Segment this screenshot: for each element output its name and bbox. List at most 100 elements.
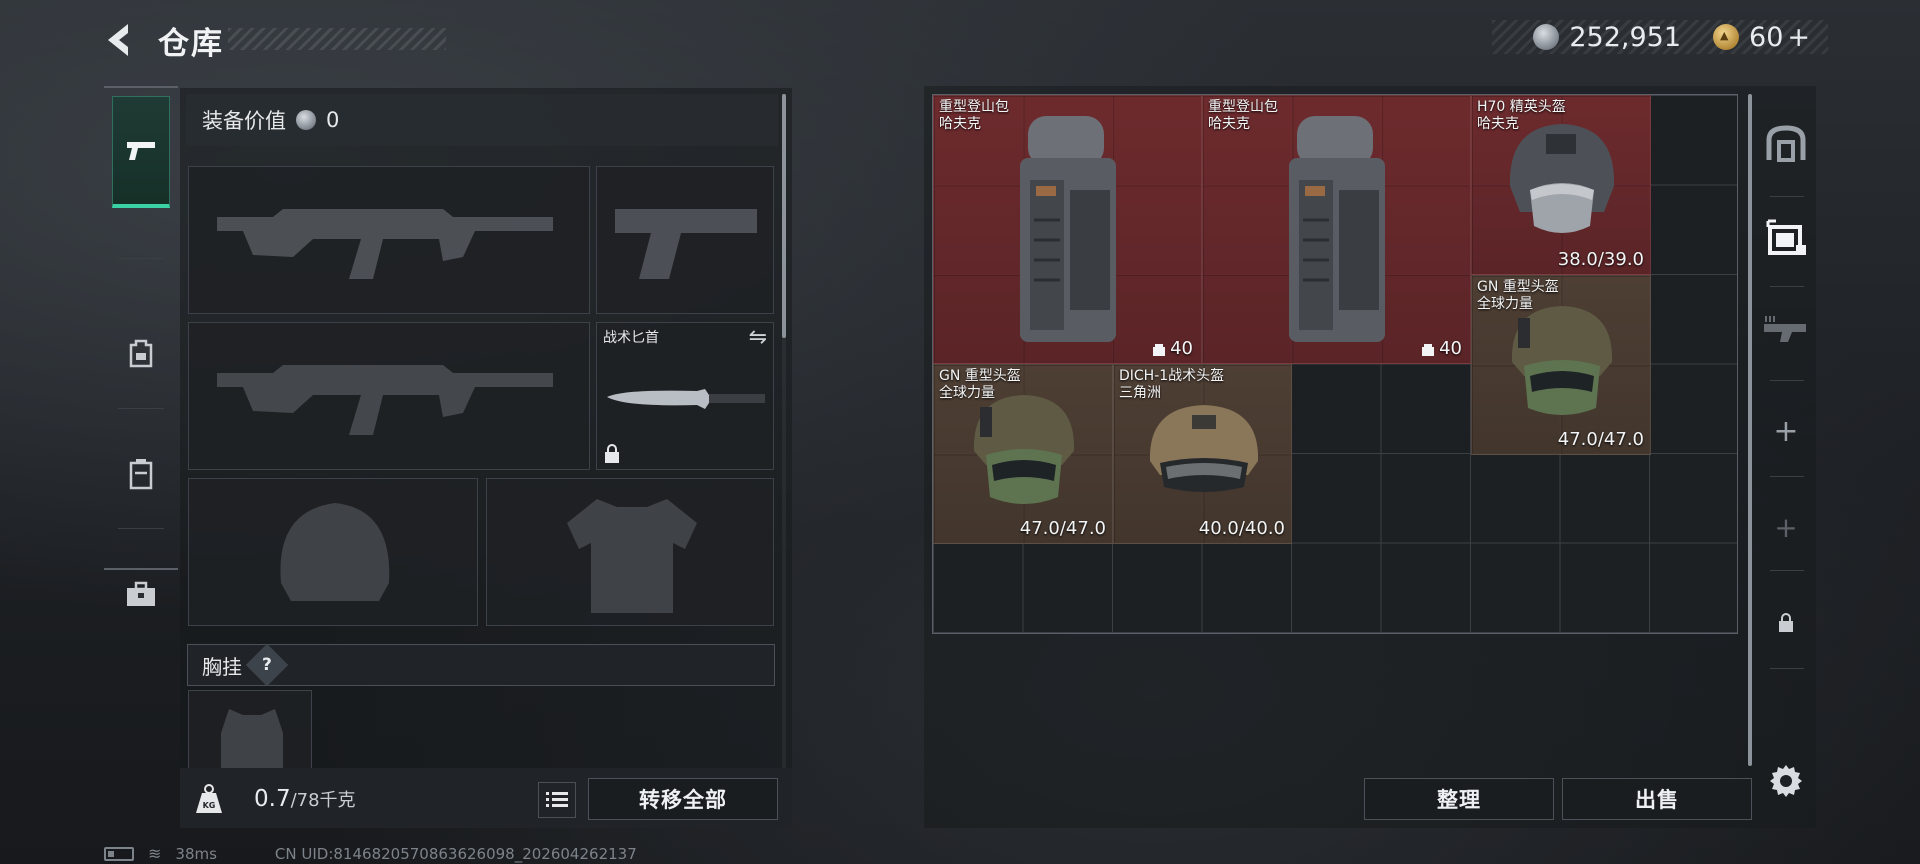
rifle-silhouette-icon <box>217 209 553 279</box>
stash-item-helmet[interactable]: DICH-1战术头盔 三角洲 40.0/40.0 <box>1113 364 1292 544</box>
ping-readout: 38ms <box>175 844 217 863</box>
stash-item-backpack[interactable]: 重型登山包 哈夫克 40 <box>1202 95 1471 364</box>
chest-rig-header: 胸挂 ? <box>187 643 775 687</box>
help-icon: ? <box>262 655 272 675</box>
item-name: 重型登山包 哈夫克 <box>1208 99 1278 132</box>
durability-readout: 47.0/47.0 <box>1019 518 1106 539</box>
transfer-all-button[interactable]: 转移全部 <box>588 778 778 820</box>
swap-icon[interactable]: ⇋ <box>749 325 767 350</box>
item-name: DICH-1战术头盔 三角洲 <box>1119 368 1225 401</box>
stash-tab-rail: + + <box>1756 94 1816 828</box>
item-name: GN 重型头盔 全球力量 <box>1477 279 1559 312</box>
weight-icon-text: KG <box>203 801 216 810</box>
equipment-value-row: 装备价值 0 <box>186 94 778 146</box>
heavy-backpack-icon <box>1020 116 1116 342</box>
add-stash-tab-button[interactable]: + <box>1756 396 1816 466</box>
heavy-helmet-icon <box>1511 306 1613 415</box>
nav-toolbox[interactable] <box>104 554 178 634</box>
item-name: H70 精英头盔 哈夫克 <box>1477 99 1566 132</box>
battery-icon <box>104 846 134 861</box>
weight-current: 0.7 <box>254 786 291 812</box>
equipment-value-amount: 0 <box>326 108 340 132</box>
weight-readout: 0.7/78千克 <box>254 786 356 812</box>
body-armor-slot[interactable] <box>486 478 774 626</box>
durability-readout: 38.0/39.0 <box>1557 249 1644 270</box>
weapon-tab-icon <box>1764 316 1806 342</box>
toolbox-icon <box>127 581 155 606</box>
help-button[interactable]: ? <box>245 643 289 687</box>
stash-tab-3[interactable] <box>1756 294 1816 364</box>
category-nav <box>104 86 178 606</box>
nav-weapons[interactable] <box>112 96 170 208</box>
equipment-value-label: 装备价值 <box>202 109 286 133</box>
lock-icon <box>1779 613 1793 632</box>
list-icon <box>546 792 568 807</box>
pistol-icon <box>127 141 155 160</box>
capacity-readout: 40 <box>1152 338 1193 359</box>
stash-grid: 重型登山包 哈夫克 40 重型登山包 哈夫克 40 H70 精英头盔 哈夫克 3… <box>932 94 1738 634</box>
weight-max: /78千克 <box>290 790 356 811</box>
heavy-helmet-icon <box>973 395 1075 504</box>
stash-item-backpack[interactable]: 重型登山包 哈夫克 40 <box>933 95 1202 364</box>
wifi-icon: ≋ <box>148 844 162 863</box>
tactical-knife-icon <box>607 389 765 409</box>
chest-rig-label: 胸挂 <box>202 654 242 679</box>
container-icon <box>129 459 153 490</box>
silver-amount: 252,951 <box>1569 21 1682 53</box>
stash-tab-2[interactable] <box>1756 202 1816 272</box>
helmet-slot[interactable] <box>188 478 478 626</box>
stash-item-helmet[interactable]: H70 精英头盔 哈夫克 38.0/39.0 <box>1471 95 1651 275</box>
silver-coin-icon <box>296 110 316 130</box>
add-tab-disabled-icon: + <box>1774 510 1798 544</box>
list-view-button[interactable] <box>538 782 576 818</box>
nav-backpack[interactable] <box>104 314 178 394</box>
silver-coin-icon <box>1533 24 1560 50</box>
capacity-readout: 40 <box>1421 338 1462 359</box>
locked-stash-tab[interactable] <box>1756 588 1816 658</box>
secondary-weapon-slot[interactable] <box>188 322 590 470</box>
item-name: 重型登山包 哈夫克 <box>939 99 1009 132</box>
rifle-silhouette-icon <box>217 365 553 435</box>
elite-helmet-icon <box>1509 124 1615 233</box>
sell-button[interactable]: 出售 <box>1562 778 1752 820</box>
add-tab-icon: + <box>1773 413 1799 449</box>
durability-readout: 40.0/40.0 <box>1198 518 1285 539</box>
title-decoration <box>228 28 446 50</box>
chest-rig-slot[interactable] <box>188 690 312 772</box>
stash-item-helmet[interactable]: GN 重型头盔 全球力量 47.0/47.0 <box>933 364 1113 544</box>
melee-slot[interactable]: 战术匕首 ⇋ <box>596 322 774 470</box>
backpack-icon <box>129 339 153 368</box>
armor-silhouette-icon <box>567 499 697 613</box>
chest-rig-silhouette-icon <box>221 709 283 771</box>
add-gold-button[interactable]: + <box>1787 22 1810 53</box>
nav-container[interactable] <box>104 434 178 514</box>
tactical-helmet-icon <box>1149 405 1259 492</box>
back-arrow-icon <box>108 24 128 56</box>
stash-tab-home[interactable] <box>1756 108 1816 178</box>
heavy-backpack-icon <box>1289 116 1385 342</box>
primary-weapon-slot[interactable] <box>188 166 590 314</box>
sidearm-slot[interactable] <box>596 166 774 314</box>
melee-label: 战术匕首 <box>603 330 659 346</box>
capacity-icon <box>1153 343 1166 356</box>
loadout-scrollbar[interactable] <box>782 94 786 338</box>
stash-scrollbar[interactable] <box>1748 94 1752 766</box>
stash-item-helmet[interactable]: GN 重型头盔 全球力量 47.0/47.0 <box>1471 275 1651 455</box>
stash-home-icon <box>1766 125 1806 162</box>
sort-button[interactable]: 整理 <box>1364 778 1554 820</box>
durability-readout: 47.0/47.0 <box>1557 429 1644 450</box>
weight-icon: KG <box>196 784 222 813</box>
capacity-icon <box>1422 343 1435 356</box>
back-button[interactable] <box>100 20 140 60</box>
weight-indicator: KG <box>186 776 232 822</box>
lock-icon <box>605 444 619 463</box>
settings-button[interactable] <box>1756 746 1816 816</box>
item-name: GN 重型头盔 全球力量 <box>939 368 1021 401</box>
system-status-bar: ≋ 38ms CN UID:8146820570863626098_202604… <box>104 844 637 863</box>
helmet-silhouette-icon <box>280 503 390 601</box>
page-title: 仓库 <box>158 26 224 62</box>
gear-icon <box>1770 765 1802 797</box>
gold-coin-icon <box>1713 24 1740 50</box>
stash-tab-icon <box>1766 219 1806 255</box>
uid-readout: CN UID:8146820570863626098_202604262137 <box>274 844 637 863</box>
